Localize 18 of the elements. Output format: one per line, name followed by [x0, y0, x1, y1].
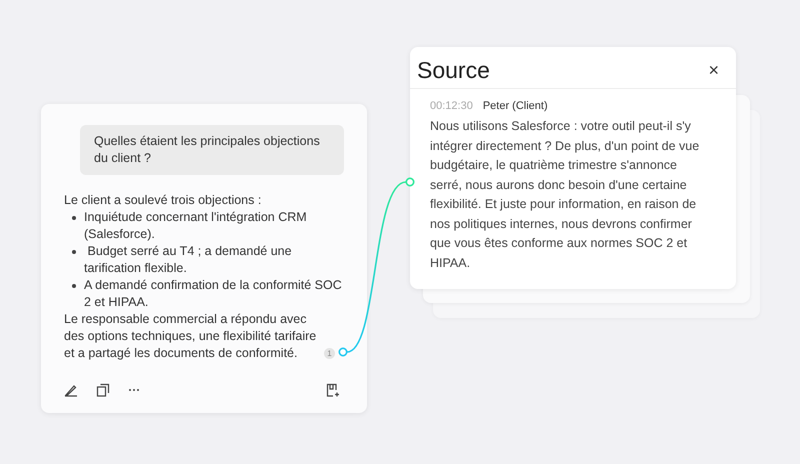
more-icon[interactable] [128, 388, 140, 392]
answer-conclusion: Le responsable commercial a répondu avec des options techniques, une flexibilité tarifaire et a partagé les documents de conformité. [64, 311, 318, 362]
speaker-name: Peter (Client) [482, 99, 548, 113]
copy-icon[interactable] [96, 383, 110, 397]
bullet-text: Inquiétude concernant l'intégration CRM (Salesforce). [84, 209, 308, 243]
close-button[interactable]: × [708, 61, 719, 79]
source-quote: Nous utilisons Salesforce : votre outil peut-il s'y intégrer directement ? De plus, d'un point de vue budgétaire, le quatrième trimestre s'annonce serré, nous aurons donc besoin d'une certaine flexibilité. Et juste pour information, en raison de nos politiques internes, nous devrons confirmer que vous êtes conforme aux normes SOC 2 et HIPAA. [430, 118, 700, 272]
answer-intro: Le client a soulevé trois objections : [64, 192, 262, 209]
bullet-text: A demandé confirmation de la conformité SOC 2 et HIPAA. [84, 277, 343, 311]
bullet-text: Budget serré au T4 ; a demandé une tarification flexible. [84, 243, 293, 277]
pen-icon[interactable] [64, 383, 78, 397]
bullet-icon [72, 250, 76, 254]
question-bubble: Quelles étaient les principales objections du client ? [80, 125, 344, 175]
add-note-icon[interactable] [326, 383, 340, 397]
timestamp: 00:12:30 [430, 99, 473, 113]
bullet-icon [72, 216, 76, 220]
source-title: Source [417, 56, 490, 84]
bullet-icon [72, 284, 76, 288]
